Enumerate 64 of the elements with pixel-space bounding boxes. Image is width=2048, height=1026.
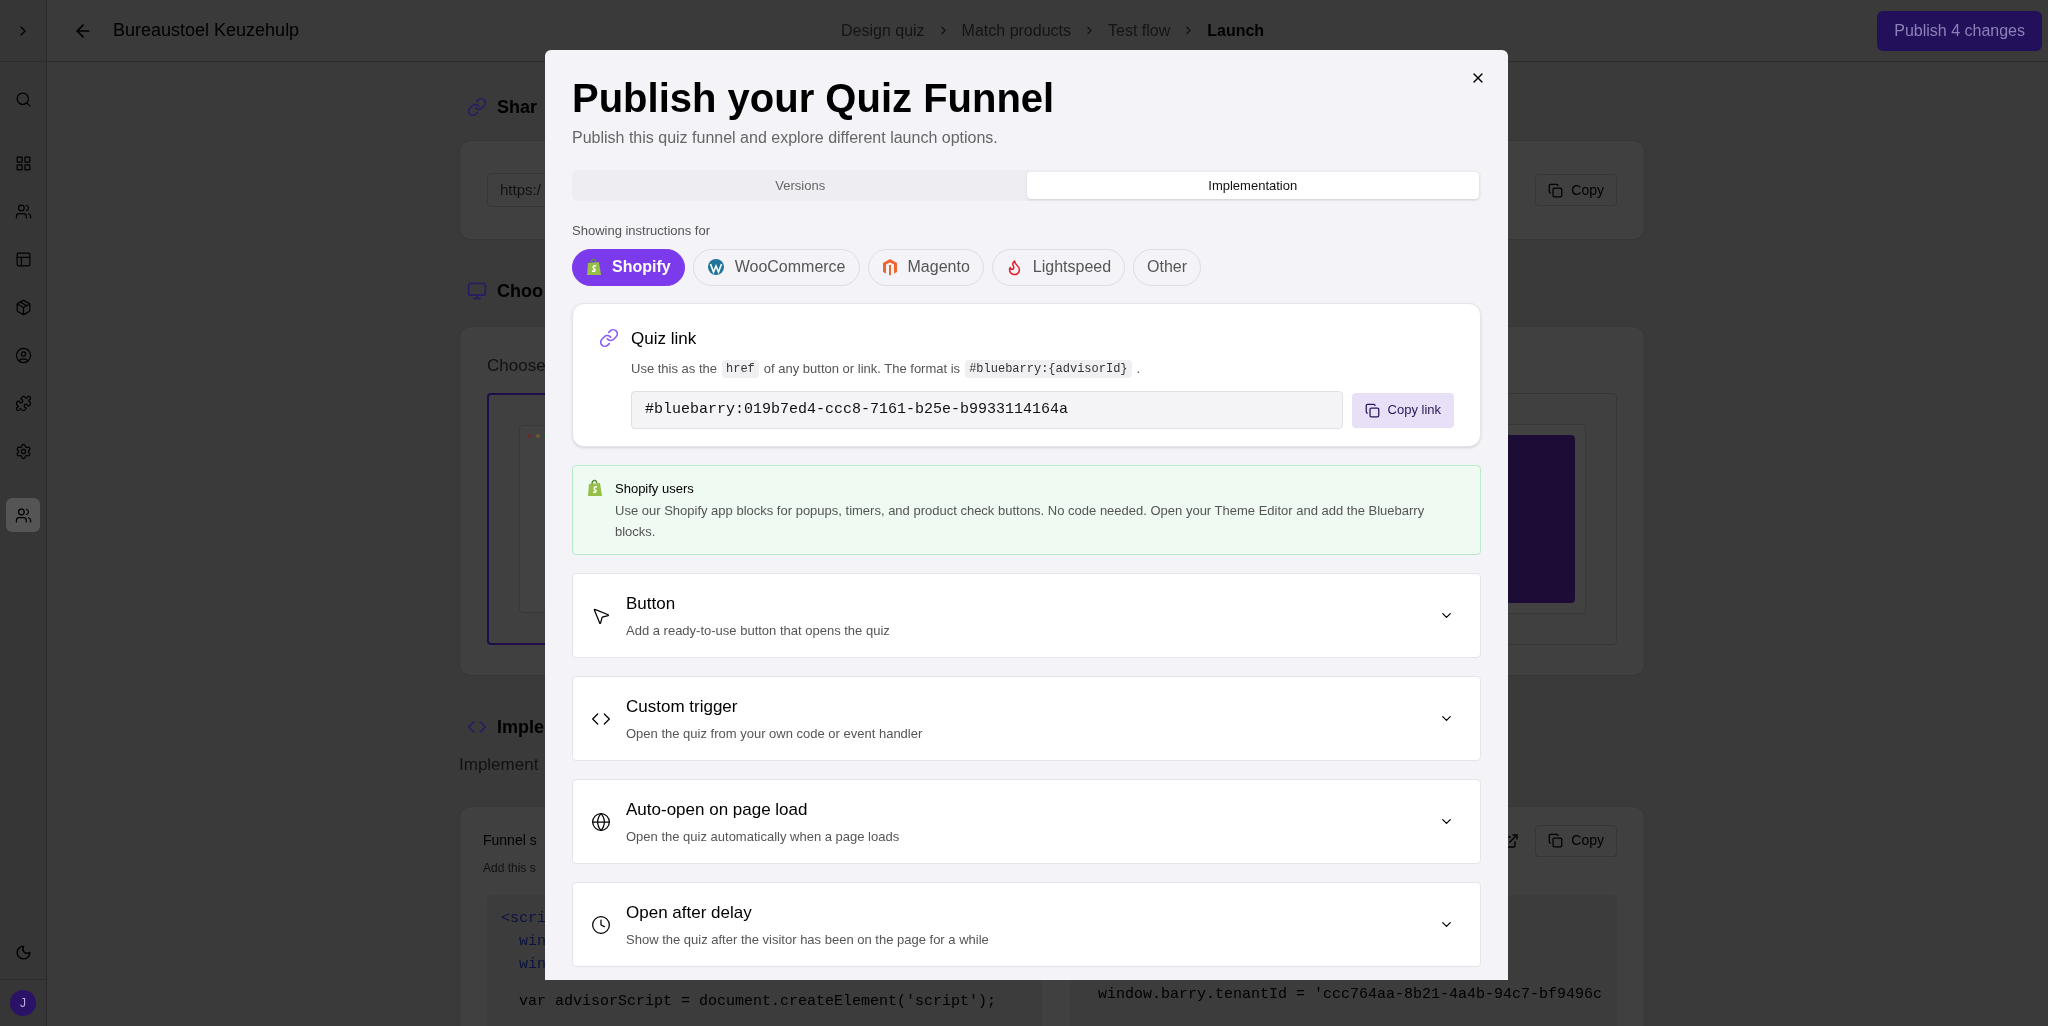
users-icon: [14, 202, 32, 220]
copy-icon: [1364, 402, 1380, 418]
settings-icon: [14, 442, 32, 460]
link-field[interactable]: #bluebarry:019b7ed4-ccc8-7161-b25e-b9933114164a: [631, 390, 1343, 429]
shopping-bag-icon: [587, 478, 603, 497]
description-text: of any button or link. The format is: [763, 360, 961, 378]
copy-icon: [1548, 182, 1564, 198]
tab[interactable]: Implementation: [1026, 172, 1479, 199]
inline-code: #bluebarry:{advisorId}: [965, 359, 1132, 378]
section-heading: Choo: [497, 279, 543, 303]
wordpress-icon: [706, 258, 725, 276]
search-icon: [14, 90, 32, 108]
option-title: Auto-open on page load: [626, 799, 808, 821]
section-heading: Shar: [497, 95, 538, 119]
tab[interactable]: Versions: [574, 172, 1027, 199]
users-icon: [14, 506, 32, 524]
globe-icon: [591, 811, 611, 832]
option-description: Show the quiz after the visitor has been on the page for a while: [626, 930, 989, 949]
shopping-bag-icon: [586, 258, 602, 276]
avatar[interactable]: J: [10, 990, 36, 1016]
code-line: window.barry.tenantId = 'ccc764aa-8b21-4a4b-94c7-bf9496c: [1098, 984, 1603, 1005]
description-text: Use this as the: [631, 360, 717, 378]
moon-icon[interactable]: [14, 944, 32, 961]
description-text: .: [1136, 360, 1141, 378]
inline-code: href: [722, 359, 759, 378]
dialog-subtitle: Publish this quiz funnel and explore different launch options.: [572, 128, 999, 148]
monitor-icon: [467, 281, 487, 301]
page-title: Bureaustoel Keuzehulp: [113, 19, 300, 42]
notice-title: Shopify users: [615, 479, 694, 498]
puzzle-icon: [14, 394, 32, 412]
option-title: Button: [626, 593, 676, 615]
option-row[interactable]: Auto-open on page load Open the quiz automatically when a page loads: [572, 779, 1481, 864]
option-row[interactable]: Open after delay Show the quiz after the visitor has been on the page for a while: [572, 882, 1481, 967]
option-description: Open the quiz automatically when a page loads: [626, 827, 900, 846]
user-circle-icon: [14, 346, 32, 364]
copy-link-button[interactable]: Copy link: [1351, 392, 1454, 428]
option-row[interactable]: Custom trigger Open the quiz from your own code or event handler: [572, 676, 1481, 761]
clock-icon: [591, 914, 611, 935]
platform-chip[interactable]: WooCommerce: [692, 248, 860, 286]
link-icon: [467, 97, 487, 117]
platform-chip[interactable]: Lightspeed: [991, 248, 1126, 286]
platform-label: Showing instructions for: [572, 222, 711, 240]
dialog-title: Publish your Quiz Funnel: [572, 75, 1055, 122]
hexagon-logo-icon: [881, 258, 898, 276]
section-heading: Imple: [497, 715, 544, 739]
box-icon: [14, 298, 32, 316]
link-icon: [599, 327, 619, 348]
platform-chip[interactable]: Magento: [867, 248, 984, 286]
publish-button[interactable]: Publish 4 changes: [1877, 10, 2042, 51]
option-title: Open after delay: [626, 902, 752, 924]
option-title: Custom trigger: [626, 696, 738, 718]
option-description: Open the quiz from your own code or event handler: [626, 724, 923, 743]
code-line: var advisorScript = document.createElement('script');: [519, 991, 997, 1012]
notice-text: Use our Shopify app blocks for popups, timers, and product check buttons. No code needed. Open your Theme Editor and add the Bluebarry blocks.: [615, 502, 1426, 541]
sidebar-item[interactable]: [6, 498, 40, 532]
card-title: Quiz link: [631, 327, 697, 350]
layout-icon: [14, 250, 32, 268]
grid-icon: [14, 154, 32, 172]
card-title: Funnel s: [483, 831, 537, 850]
platform-chip[interactable]: Other: [1133, 248, 1202, 286]
option-row[interactable]: Button Add a ready-to-use button that opens the quiz: [572, 573, 1481, 658]
platform-chip[interactable]: Shopify: [572, 248, 685, 286]
copy-icon: [1548, 833, 1564, 848]
option-description: Add a ready-to-use button that opens the quiz: [626, 621, 890, 640]
